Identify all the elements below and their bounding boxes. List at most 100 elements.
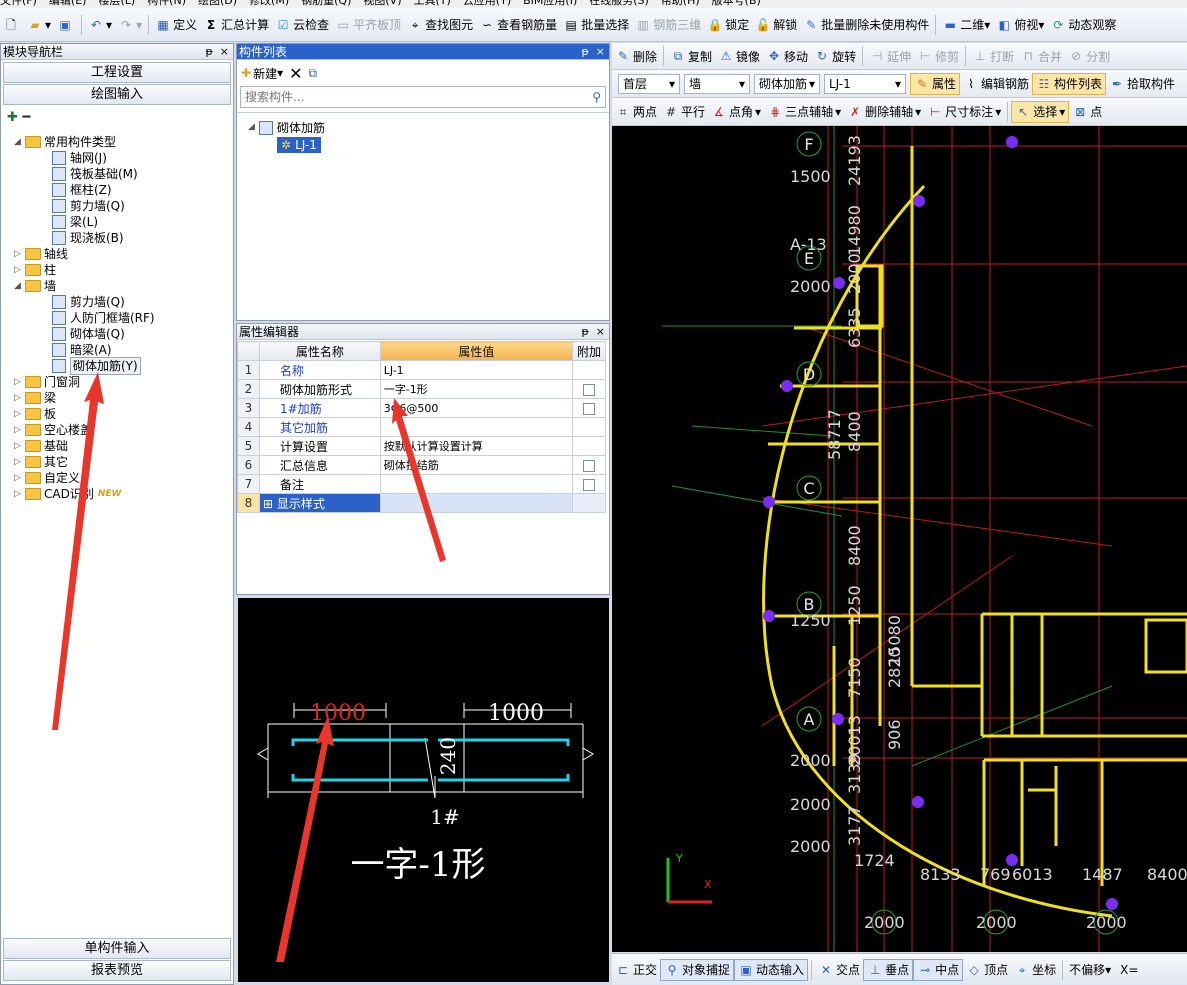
point-button[interactable]: ⊠ 点 xyxy=(1069,100,1105,124)
property-row[interactable]: 2 砌体加筋形式 一字-1形 xyxy=(237,379,606,399)
expander-icon[interactable]: ▷ xyxy=(13,489,22,499)
copy-button[interactable]: ⧉ 复制 xyxy=(667,44,715,68)
expander-icon[interactable] xyxy=(40,330,49,339)
view-rebar-qty-button[interactable]: ∽ 查看钢筋量 xyxy=(476,13,560,37)
tree-axis[interactable]: ▷ 轴线 xyxy=(13,246,68,262)
expander-icon[interactable] xyxy=(40,346,49,355)
tree-other[interactable]: ▷ 基础 xyxy=(13,438,68,454)
expander-icon[interactable] xyxy=(40,314,49,323)
delete-button[interactable]: ✎ 删除 xyxy=(612,44,660,68)
tree-other[interactable]: ▷ 自定义 xyxy=(13,470,80,486)
extra-checkbox[interactable] xyxy=(583,478,595,491)
perpendicular-toggle[interactable]: ⊥ 垂点 xyxy=(863,958,914,981)
expander-icon[interactable]: ▷ xyxy=(13,425,22,435)
menu-item[interactable]: 视图(V) xyxy=(363,0,401,8)
pick-component-button[interactable]: ✒ 拾取构件 xyxy=(1106,72,1178,96)
new-component-button[interactable]: ✚ 新建 ▾ xyxy=(241,65,283,82)
expander-icon[interactable]: ▷ xyxy=(13,409,22,419)
define-button[interactable]: ▦ 定义 xyxy=(152,13,200,37)
edit-rebar-button[interactable]: ⌇ 编辑钢筋 xyxy=(960,72,1032,96)
component-item-lj1[interactable]: ✲ LJ-1 xyxy=(277,137,321,153)
expander-icon[interactable] xyxy=(40,202,49,211)
tree-common-types[interactable]: ◢ 常用构件类型 xyxy=(13,134,116,150)
expander-icon[interactable] xyxy=(40,234,49,243)
tree-other[interactable]: ▷ 梁 xyxy=(13,390,56,406)
intersection-toggle[interactable]: ✕ 交点 xyxy=(815,958,863,982)
expander-icon[interactable] xyxy=(40,186,49,195)
dynamic-input-toggle[interactable]: ▣ 动态输入 xyxy=(734,958,809,981)
expander-icon[interactable]: ▷ xyxy=(13,473,22,483)
menu-item[interactable]: BIM应用(I) xyxy=(523,0,577,8)
property-value[interactable]: 按默认计算设置计算 xyxy=(379,436,574,456)
floor-select[interactable]: 首层 ▾ xyxy=(618,73,680,94)
project-settings-button[interactable]: 工程设置 xyxy=(3,62,231,83)
search-icon[interactable]: ⚲ xyxy=(592,90,601,104)
extra-checkbox[interactable] xyxy=(583,383,595,396)
menu-item[interactable]: 云应用(Y) xyxy=(463,0,511,8)
property-value[interactable] xyxy=(379,474,574,494)
property-row[interactable]: 3 1#加筋 3Φ6@500 xyxy=(237,398,606,418)
object-snap-toggle[interactable]: ⚲ 对象捕捉 xyxy=(660,958,735,981)
copy-component-icon[interactable]: ⧉ xyxy=(309,66,318,81)
tree-wall[interactable]: ◢ 墙 xyxy=(13,278,56,294)
extend-button[interactable]: ⊣ 延伸 xyxy=(866,44,914,68)
close-icon[interactable]: × xyxy=(596,325,605,338)
menu-item[interactable]: 工具(T) xyxy=(414,0,451,8)
tree-wall-item[interactable]: 人防门框墙(RF) xyxy=(40,310,155,326)
undo-button[interactable]: ↶ ▾ xyxy=(85,13,115,37)
rotate-button[interactable]: ↻ 旋转 xyxy=(811,44,859,68)
summary-button[interactable]: Σ 汇总计算 xyxy=(200,13,272,37)
select-button[interactable]: ↖ 选择 ▾ xyxy=(1011,100,1070,123)
close-icon[interactable]: × xyxy=(596,45,605,58)
ortho-toggle[interactable]: ⊏ 正交 xyxy=(612,958,660,982)
property-value[interactable]: LJ-1 xyxy=(379,360,574,380)
extra-checkbox[interactable] xyxy=(583,402,595,415)
delete-component-icon[interactable]: ✕ xyxy=(289,64,302,83)
expander-icon[interactable] xyxy=(40,154,49,163)
close-icon[interactable]: × xyxy=(220,45,229,58)
expander-icon[interactable]: ▷ xyxy=(13,377,22,387)
move-button[interactable]: ✥ 移动 xyxy=(763,44,811,68)
property-value[interactable]: 3Φ6@500 xyxy=(379,398,574,418)
tree-other[interactable]: ▷ 板 xyxy=(13,406,56,422)
menu-item[interactable]: 绘图(D) xyxy=(198,0,237,8)
drawing-input-button[interactable]: 绘图输入 xyxy=(3,84,231,105)
property-row[interactable]: 8 ⊞ 显示样式 xyxy=(237,493,606,513)
property-value[interactable]: 砌体拉结筋 xyxy=(379,455,574,475)
top-view-dropdown[interactable]: ◧ 俯视 ▾ xyxy=(993,13,1047,37)
property-row[interactable]: 6 汇总信息 砌体拉结筋 xyxy=(237,455,606,475)
component-select[interactable]: LJ-1 ▾ xyxy=(824,73,906,94)
tree-common-item[interactable]: 框柱(Z) xyxy=(40,182,112,198)
pin-icon[interactable]: ᵽ xyxy=(205,45,212,58)
point-angle-button[interactable]: ∡ 点角 ▾ xyxy=(708,100,764,124)
collapse-all-icon[interactable]: ━ xyxy=(22,110,30,125)
expander-icon[interactable] xyxy=(40,362,49,371)
tree-common-item[interactable]: 现浇板(B) xyxy=(40,230,124,246)
two-point-button[interactable]: ⌗ 两点 xyxy=(612,100,660,124)
menu-item[interactable]: 修改(M) xyxy=(249,0,289,8)
batch-select-button[interactable]: ▤ 批量选择 xyxy=(560,13,632,37)
tree-wall-item[interactable]: 暗梁(A) xyxy=(40,342,112,358)
expander-icon[interactable]: ▷ xyxy=(13,457,22,467)
tree-other[interactable]: ▷ 其它 xyxy=(13,454,68,470)
new-file-button[interactable]: 🗋 xyxy=(0,13,24,37)
trim-button[interactable]: ⊢ 修剪 xyxy=(914,44,962,68)
type-select[interactable]: 砌体加筋 ▾ xyxy=(754,73,820,94)
expander-icon[interactable]: ▷ xyxy=(13,393,22,403)
menu-item[interactable]: 钢筋量(Q) xyxy=(301,0,351,8)
tree-common-item[interactable]: 梁(L) xyxy=(40,214,98,230)
open-button[interactable]: ▰ ▾ xyxy=(24,13,54,37)
component-search-input[interactable] xyxy=(245,90,565,104)
view-2d-dropdown[interactable]: ▬ 二维 ▾ xyxy=(939,13,993,37)
parallel-button[interactable]: # 平行 xyxy=(660,100,708,124)
redo-button[interactable]: ↷ ▾ xyxy=(115,13,145,37)
expander-icon[interactable] xyxy=(40,298,49,307)
dynamic-observe-button[interactable]: ⟳ 动态观察 xyxy=(1047,13,1119,37)
coordinate-toggle[interactable]: ⌖ 坐标 xyxy=(1011,958,1059,982)
mirror-button[interactable]: ⚠ 镜像 xyxy=(715,44,763,68)
extra-checkbox[interactable] xyxy=(583,459,595,472)
expand-row-icon[interactable]: ⊞ xyxy=(263,497,277,511)
drawing-canvas[interactable]: FEDCBA 1500 A-13 2000 1250 2000 2000 2000 24193… xyxy=(612,126,1187,952)
comp-list-button[interactable]: ☷ 构件列表 xyxy=(1032,72,1107,95)
tree-common-item[interactable]: 筏板基础(M) xyxy=(40,166,138,182)
